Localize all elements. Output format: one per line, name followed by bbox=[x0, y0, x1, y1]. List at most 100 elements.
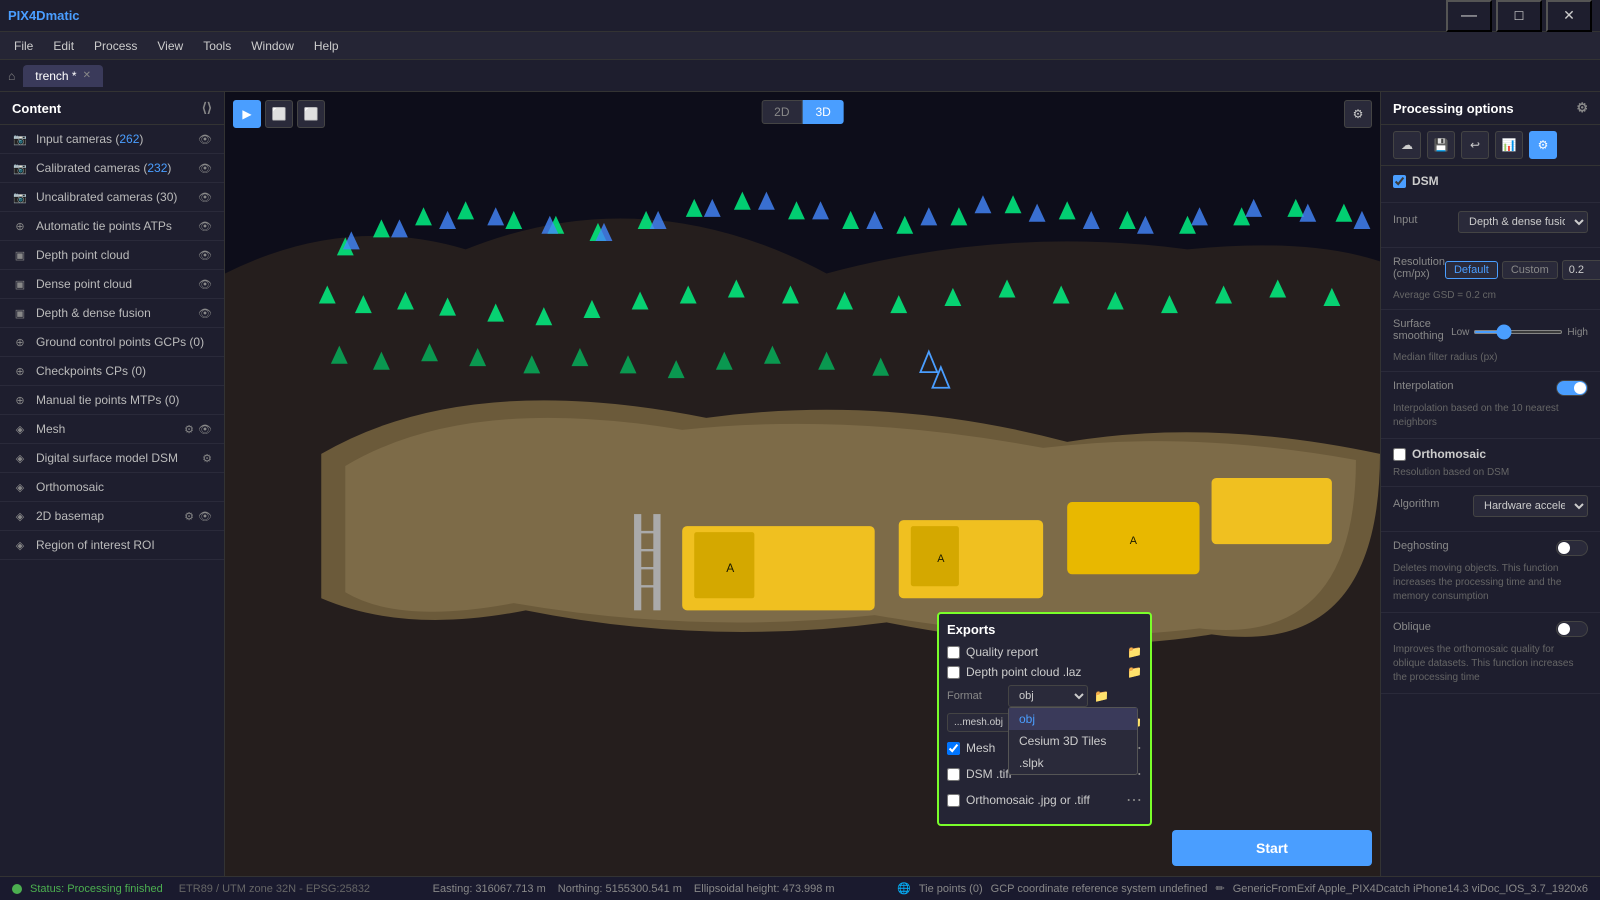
quality-report-folder-icon[interactable]: 📁 bbox=[1127, 645, 1142, 659]
algorithm-label: Algorithm bbox=[1393, 498, 1439, 510]
sidebar-item-atp[interactable]: ⊕ Automatic tie points ATPs 👁 bbox=[0, 212, 224, 241]
ortho-checkbox[interactable] bbox=[947, 794, 960, 807]
ortho-more-button[interactable]: ⋯ bbox=[1126, 790, 1142, 810]
tab-label: trench * bbox=[35, 69, 76, 83]
minimize-button[interactable]: — bbox=[1446, 0, 1492, 32]
sidebar-item-checkpoints[interactable]: ⊕ Checkpoints CPs (0) bbox=[0, 357, 224, 386]
sidebar-item-input-cameras[interactable]: 📷 Input cameras (262) 👁 bbox=[0, 125, 224, 154]
dsm-section: DSM bbox=[1381, 166, 1600, 203]
menu-file[interactable]: File bbox=[4, 35, 43, 57]
save-tool[interactable]: 💾 bbox=[1427, 131, 1455, 159]
sidebar-item-orthomosaic[interactable]: ◈ Orthomosaic bbox=[0, 473, 224, 502]
visibility-toggle-mesh[interactable]: 👁 bbox=[198, 423, 212, 436]
edit-icon[interactable]: ✏ bbox=[1216, 882, 1225, 895]
dsm-gear-icon[interactable]: ⚙ bbox=[202, 452, 212, 465]
algorithm-select[interactable]: Hardware accelerated CPU bbox=[1473, 495, 1588, 517]
depth-cloud-folder-icon[interactable]: 📁 bbox=[1127, 665, 1142, 679]
options-tool[interactable]: ⚙ bbox=[1529, 131, 1557, 159]
orthomosaic-section-checkbox[interactable] bbox=[1393, 448, 1406, 461]
format-folder-icon[interactable]: 📁 bbox=[1094, 689, 1109, 703]
export-quality-report-row: Quality report 📁 bbox=[947, 645, 1142, 659]
sidebar-item-mesh[interactable]: ◈ Mesh ⚙ 👁 bbox=[0, 415, 224, 444]
sidebar-item-depth-dense-fusion[interactable]: ▣ Depth & dense fusion 👁 bbox=[0, 299, 224, 328]
format-select[interactable]: obj Cesium 3D Tiles .slpk bbox=[1008, 685, 1088, 707]
interpolation-toggle[interactable] bbox=[1556, 380, 1588, 396]
input-select[interactable]: Depth & dense fusion Dense point cloud D… bbox=[1458, 211, 1588, 233]
quality-report-checkbox[interactable] bbox=[947, 646, 960, 659]
visibility-toggle-depth-cloud[interactable]: 👁 bbox=[198, 249, 212, 262]
deghosting-toggle[interactable] bbox=[1556, 540, 1588, 556]
map-icon: 🌐 bbox=[897, 882, 911, 895]
sidebar-item-gcp[interactable]: ⊕ Ground control points GCPs (0) bbox=[0, 328, 224, 357]
oblique-toggle[interactable] bbox=[1556, 621, 1588, 637]
processing-options-settings-icon[interactable]: ⚙ bbox=[1576, 100, 1588, 116]
sidebar-item-mtp[interactable]: ⊕ Manual tie points MTPs (0) bbox=[0, 386, 224, 415]
crop-tool[interactable]: ⬜ bbox=[297, 100, 325, 128]
deghosting-row: Deghosting bbox=[1393, 540, 1588, 556]
visibility-toggle-dense-cloud[interactable]: 👁 bbox=[198, 278, 212, 291]
tab-close-button[interactable]: ✕ bbox=[83, 70, 91, 81]
menu-help[interactable]: Help bbox=[304, 35, 349, 57]
collapse-icon[interactable]: ⟨⟩ bbox=[202, 100, 212, 116]
sidebar-item-dsm[interactable]: ◈ Digital surface model DSM ⚙ bbox=[0, 444, 224, 473]
resolution-custom-button[interactable]: Custom bbox=[1502, 261, 1558, 279]
sidebar-label-calibrated-cameras: Calibrated cameras (232) bbox=[36, 161, 171, 175]
app-logo: PIX4Dmatic bbox=[8, 8, 80, 23]
interpolation-desc: Interpolation based on the 10 nearest ne… bbox=[1393, 402, 1588, 430]
sidebar-item-depth-point-cloud[interactable]: ▣ Depth point cloud 👁 bbox=[0, 241, 224, 270]
2d-view-button[interactable]: 2D bbox=[761, 100, 802, 124]
menu-process[interactable]: Process bbox=[84, 35, 147, 57]
processing-options-title: Processing options bbox=[1393, 101, 1514, 116]
dropdown-option-cesium[interactable]: Cesium 3D Tiles bbox=[1009, 730, 1137, 752]
visibility-toggle-input-cameras[interactable]: 👁 bbox=[198, 133, 212, 146]
sidebar-label-checkpoints: Checkpoints CPs (0) bbox=[36, 364, 146, 378]
gcp-icon: ⊕ bbox=[12, 334, 28, 350]
mesh-checkbox[interactable] bbox=[947, 742, 960, 755]
menu-window[interactable]: Window bbox=[241, 35, 304, 57]
visibility-toggle-calibrated-cameras[interactable]: 👁 bbox=[198, 162, 212, 175]
menu-edit[interactable]: Edit bbox=[43, 35, 84, 57]
visibility-toggle-basemap[interactable]: 👁 bbox=[198, 510, 212, 523]
sidebar-label-depth-point-cloud: Depth point cloud bbox=[36, 248, 129, 262]
surface-high-label: High bbox=[1567, 327, 1588, 338]
dense-cloud-icon: ▣ bbox=[12, 276, 28, 292]
sidebar-item-roi[interactable]: ◈ Region of interest ROI bbox=[0, 531, 224, 560]
3d-view-button[interactable]: 3D bbox=[803, 100, 844, 124]
basemap-gear-icon[interactable]: ⚙ bbox=[184, 510, 194, 523]
maximize-button[interactable]: ☐ bbox=[1496, 0, 1542, 32]
sidebar-item-2d-basemap[interactable]: ◈ 2D basemap ⚙ 👁 bbox=[0, 502, 224, 531]
dsm-section-checkbox[interactable] bbox=[1393, 175, 1406, 188]
sidebar-item-dense-point-cloud[interactable]: ▣ Dense point cloud 👁 bbox=[0, 270, 224, 299]
resolution-input[interactable] bbox=[1562, 260, 1600, 280]
view-mode-toggle: 2D 3D bbox=[761, 100, 844, 124]
viewport[interactable]: ▶ ⬜ ⬜ 2D 3D ⚙ A bbox=[225, 92, 1380, 876]
depth-cloud-checkbox[interactable] bbox=[947, 666, 960, 679]
visibility-toggle-fusion[interactable]: 👁 bbox=[198, 307, 212, 320]
viewport-settings: ⚙ bbox=[1344, 100, 1372, 128]
rect-select-tool[interactable]: ⬜ bbox=[265, 100, 293, 128]
sidebar-item-uncalibrated-cameras[interactable]: 📷 Uncalibrated cameras (30) 👁 bbox=[0, 183, 224, 212]
share-tool[interactable]: ☁ bbox=[1393, 131, 1421, 159]
mesh-gear-icon[interactable]: ⚙ bbox=[184, 423, 194, 436]
start-button[interactable]: Start bbox=[1172, 830, 1372, 866]
dsm-checkbox[interactable] bbox=[947, 768, 960, 781]
dropdown-option-obj[interactable]: obj bbox=[1009, 708, 1137, 730]
visibility-toggle-atp[interactable]: 👁 bbox=[198, 220, 212, 233]
dropdown-option-slpk[interactable]: .slpk bbox=[1009, 752, 1137, 774]
menu-view[interactable]: View bbox=[147, 35, 193, 57]
history-tool[interactable]: ↩ bbox=[1461, 131, 1489, 159]
surface-smoothing-slider[interactable] bbox=[1473, 330, 1563, 334]
close-button[interactable]: ✕ bbox=[1546, 0, 1592, 32]
viewport-settings-button[interactable]: ⚙ bbox=[1344, 100, 1372, 128]
mtp-icon: ⊕ bbox=[12, 392, 28, 408]
menu-tools[interactable]: Tools bbox=[193, 35, 241, 57]
sidebar-item-calibrated-cameras[interactable]: 📷 Calibrated cameras (232) 👁 bbox=[0, 154, 224, 183]
select-tool[interactable]: ▶ bbox=[233, 100, 261, 128]
resolution-default-button[interactable]: Default bbox=[1445, 261, 1498, 279]
report-tool[interactable]: 📊 bbox=[1495, 131, 1523, 159]
interpolation-label: Interpolation bbox=[1393, 380, 1454, 392]
sidebar-label-dense-point-cloud: Dense point cloud bbox=[36, 277, 132, 291]
project-tab[interactable]: trench * ✕ bbox=[23, 65, 103, 87]
visibility-toggle-uncalibrated-cameras[interactable]: 👁 bbox=[198, 191, 212, 204]
home-icon[interactable]: ⌂ bbox=[8, 69, 15, 83]
